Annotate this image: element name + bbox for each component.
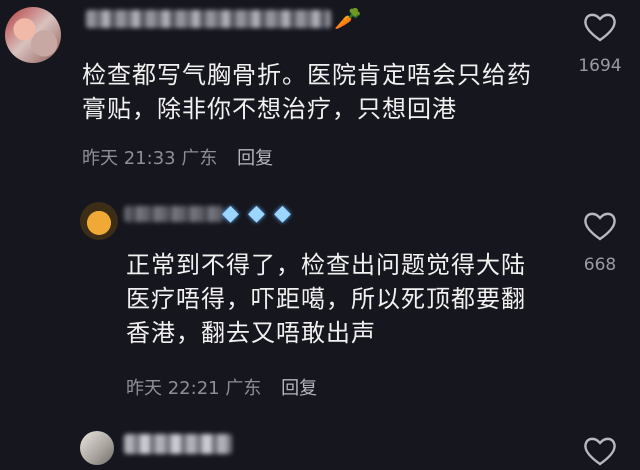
heart-icon [584, 212, 616, 241]
avatar[interactable] [80, 431, 114, 465]
like-count: 668 [583, 255, 617, 275]
author-name-blurred[interactable] [124, 434, 232, 454]
author-name-blurred[interactable] [124, 206, 224, 222]
comment-list: 🥕 检查都写气胸骨折。医院肯定唔会只给药 膏贴，除非你不想治疗，只想回港 昨天 … [0, 0, 640, 470]
comment-meta: 昨天 22:21 广东 回复 [126, 374, 317, 400]
heart-icon [584, 13, 616, 42]
like-button[interactable]: 1694 [565, 12, 635, 76]
badge-group: ◆ ◆ ◆ [222, 203, 296, 225]
author-name-blurred[interactable] [86, 10, 331, 28]
like-button[interactable] [565, 436, 635, 466]
comment-meta: 昨天 21:33 广东 回复 [82, 144, 273, 170]
diamond-icon: ◆ [222, 201, 239, 226]
comment-text: 正常到不得了，检查出问题觉得大陆 医疗唔得，吓距噶，所以死顶都要翻 香港，翻去又… [126, 248, 526, 350]
comment-line: 膏贴，除非你不想治疗，只想回港 [82, 95, 457, 123]
avatar[interactable] [5, 7, 61, 63]
comment-text: 检查都写气胸骨折。医院肯定唔会只给药 膏贴，除非你不想治疗，只想回港 [82, 58, 532, 126]
like-count: 1694 [578, 56, 622, 76]
comment-line: 医疗唔得，吓距噶，所以死顶都要翻 [126, 285, 526, 313]
avatar[interactable] [80, 202, 118, 240]
like-button[interactable]: 668 [565, 211, 635, 275]
heart-icon [584, 437, 616, 466]
comment-location: 广东 [181, 148, 218, 169]
comment-line: 检查都写气胸骨折。医院肯定唔会只给药 [82, 61, 532, 89]
carrot-icon: 🥕 [334, 7, 362, 32]
comment-location: 广东 [225, 378, 262, 399]
diamond-icon: ◆ [248, 201, 265, 226]
comment-line: 正常到不得了，检查出问题觉得大陆 [126, 251, 526, 279]
comment-time: 昨天 22:21 [126, 378, 220, 399]
comment-line: 香港，翻去又唔敢出声 [126, 319, 376, 347]
comment-time: 昨天 21:33 [82, 148, 176, 169]
diamond-icon: ◆ [274, 201, 291, 226]
reply-button[interactable]: 回复 [281, 378, 317, 399]
reply-button[interactable]: 回复 [237, 148, 273, 169]
